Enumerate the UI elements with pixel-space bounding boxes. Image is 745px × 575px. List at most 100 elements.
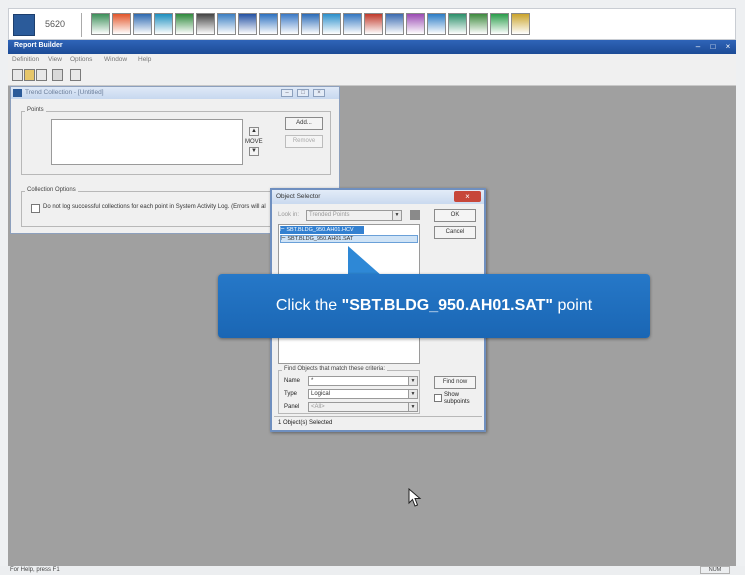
folder-up-icon[interactable]	[410, 210, 420, 220]
print-icon[interactable]	[52, 69, 63, 81]
gear-disc-icon[interactable]	[196, 13, 215, 35]
remove-button[interactable]: Remove	[285, 135, 323, 148]
menu-window[interactable]: Window	[104, 56, 127, 63]
controller-icon[interactable]	[238, 13, 257, 35]
panel-dropdown[interactable]: <All> ▼	[308, 402, 418, 412]
show-subpoints-label: Show	[444, 392, 460, 398]
point-icon: ⊢	[280, 227, 285, 233]
list-item-label: SBT.BLDG_950.AH01.SAT	[287, 236, 354, 242]
look-in-label: Look in:	[278, 212, 300, 218]
type-label: Type	[284, 391, 298, 397]
cancel-button[interactable]: Cancel	[434, 226, 476, 239]
trend-close-icon[interactable]: ×	[313, 89, 325, 97]
open-icon[interactable]	[24, 69, 35, 81]
move-up-icon[interactable]: ▲	[249, 127, 259, 136]
app-title: Report Builder	[14, 42, 63, 49]
print-icon[interactable]	[385, 13, 404, 35]
object-selector-title: Object Selector	[276, 193, 321, 200]
report-icon[interactable]	[301, 13, 320, 35]
status-text: For Help, press F1	[10, 567, 60, 573]
move-down-icon[interactable]: ▼	[249, 147, 259, 156]
menu-view[interactable]: View	[48, 56, 62, 63]
ok-button[interactable]: OK	[434, 209, 476, 222]
list-item-label: SBT.BLDG_950.AH01.HCV	[286, 227, 354, 233]
user-icon[interactable]	[406, 13, 425, 35]
name-field[interactable]: * ▼	[308, 376, 418, 386]
list-item[interactable]: ⊢ SBT.BLDG_950.AH01.HCV	[280, 226, 364, 234]
status-bar: For Help, press F1 NUM	[0, 566, 745, 575]
object-selector-title-bar: Object Selector ×	[272, 190, 484, 204]
list-item[interactable]: ⊢ SBT.BLDG_950.AH01.SAT	[280, 235, 418, 243]
callout-point-name: "SBT.BLDG_950.AH01.SAT"	[341, 297, 554, 314]
dialog-status-bar: 1 Object(s) Selected	[274, 416, 482, 429]
trend-minimize-icon[interactable]: –	[281, 89, 293, 97]
alarm-icon[interactable]	[364, 13, 383, 35]
storage-icon[interactable]	[91, 13, 110, 35]
app-number: 5620	[45, 19, 66, 29]
app-title-bar: Report Builder – □ ×	[8, 40, 736, 54]
type-dropdown[interactable]: Logical ▼	[308, 389, 418, 399]
database-icon[interactable]	[259, 13, 278, 35]
name-value: *	[311, 378, 314, 384]
window-icon	[13, 89, 22, 97]
cursor-icon	[408, 488, 422, 507]
warning-icon[interactable]	[112, 13, 131, 35]
look-in-dropdown[interactable]: Trended Points ▼	[306, 210, 402, 221]
launcher-separator	[81, 13, 82, 37]
selection-status: 1 Object(s) Selected	[278, 420, 333, 426]
tutorial-callout: Click the "SBT.BLDG_950.AH01.SAT" point	[218, 274, 650, 338]
trend-title-bar: Trend Collection - [Untitled] – □ ×	[11, 87, 339, 99]
points-list[interactable]	[51, 119, 243, 165]
chart-icon[interactable]	[427, 13, 446, 35]
find-now-button[interactable]: Find now	[434, 376, 476, 389]
signal-icon[interactable]	[511, 13, 530, 35]
menu-options[interactable]: Options	[70, 56, 92, 63]
save-icon[interactable]	[36, 69, 47, 81]
look-in-value: Trended Points	[309, 212, 350, 218]
type-value: Logical	[311, 391, 331, 397]
chevron-down-icon: ▼	[408, 403, 417, 411]
do-not-log-checkbox[interactable]	[31, 204, 40, 213]
chevron-down-icon: ▼	[392, 211, 401, 220]
menu-bar: Definition View Options Window Help	[8, 54, 736, 66]
points-label: Points	[25, 107, 46, 113]
name-label: Name	[284, 378, 301, 384]
add-button[interactable]: Add...	[285, 117, 323, 130]
move-label: MOVE	[245, 139, 263, 145]
trend-maximize-icon[interactable]: □	[297, 89, 309, 97]
device-icon[interactable]	[343, 13, 362, 35]
network-icon[interactable]	[448, 13, 467, 35]
excel-icon[interactable]	[490, 13, 509, 35]
do-not-log-label: Do not log successful collections for ea…	[43, 204, 266, 210]
chevron-down-icon: ▼	[408, 377, 417, 385]
panel-label: Panel	[284, 404, 300, 410]
menu-help[interactable]: Help	[138, 56, 151, 63]
maximize-icon[interactable]: □	[707, 42, 719, 51]
show-subpoints-checkbox[interactable]	[434, 394, 442, 402]
menu-definition[interactable]: Definition	[12, 56, 39, 63]
window-icon[interactable]	[280, 13, 299, 35]
minimize-icon[interactable]: –	[692, 42, 704, 51]
num-lock-indicator: NUM	[700, 566, 730, 574]
grid-icon[interactable]	[154, 13, 173, 35]
callout-suffix: point	[553, 297, 593, 314]
show-subpoints-label-2: subpoints	[444, 399, 470, 405]
close-icon[interactable]: ×	[722, 42, 734, 51]
collection-options-label: Collection Options	[25, 187, 78, 193]
building-icon[interactable]	[133, 13, 152, 35]
app-logo-icon[interactable]	[13, 14, 35, 36]
callout-pointer	[348, 246, 382, 276]
chevron-down-icon: ▼	[408, 390, 417, 398]
app-toolbar	[8, 66, 736, 86]
new-icon[interactable]	[12, 69, 23, 81]
close-icon[interactable]: ×	[454, 191, 481, 202]
panel-value: <All>	[311, 404, 325, 410]
point-icon: ⊢	[281, 236, 286, 242]
trend-chart-icon[interactable]	[175, 13, 194, 35]
help-icon[interactable]	[70, 69, 81, 81]
launcher-toolbar: 5620	[8, 8, 736, 40]
trend-icon[interactable]	[469, 13, 488, 35]
monitor-icon[interactable]	[217, 13, 236, 35]
criteria-label: Find Objects that match these criteria:	[282, 366, 388, 372]
search-icon[interactable]	[322, 13, 341, 35]
